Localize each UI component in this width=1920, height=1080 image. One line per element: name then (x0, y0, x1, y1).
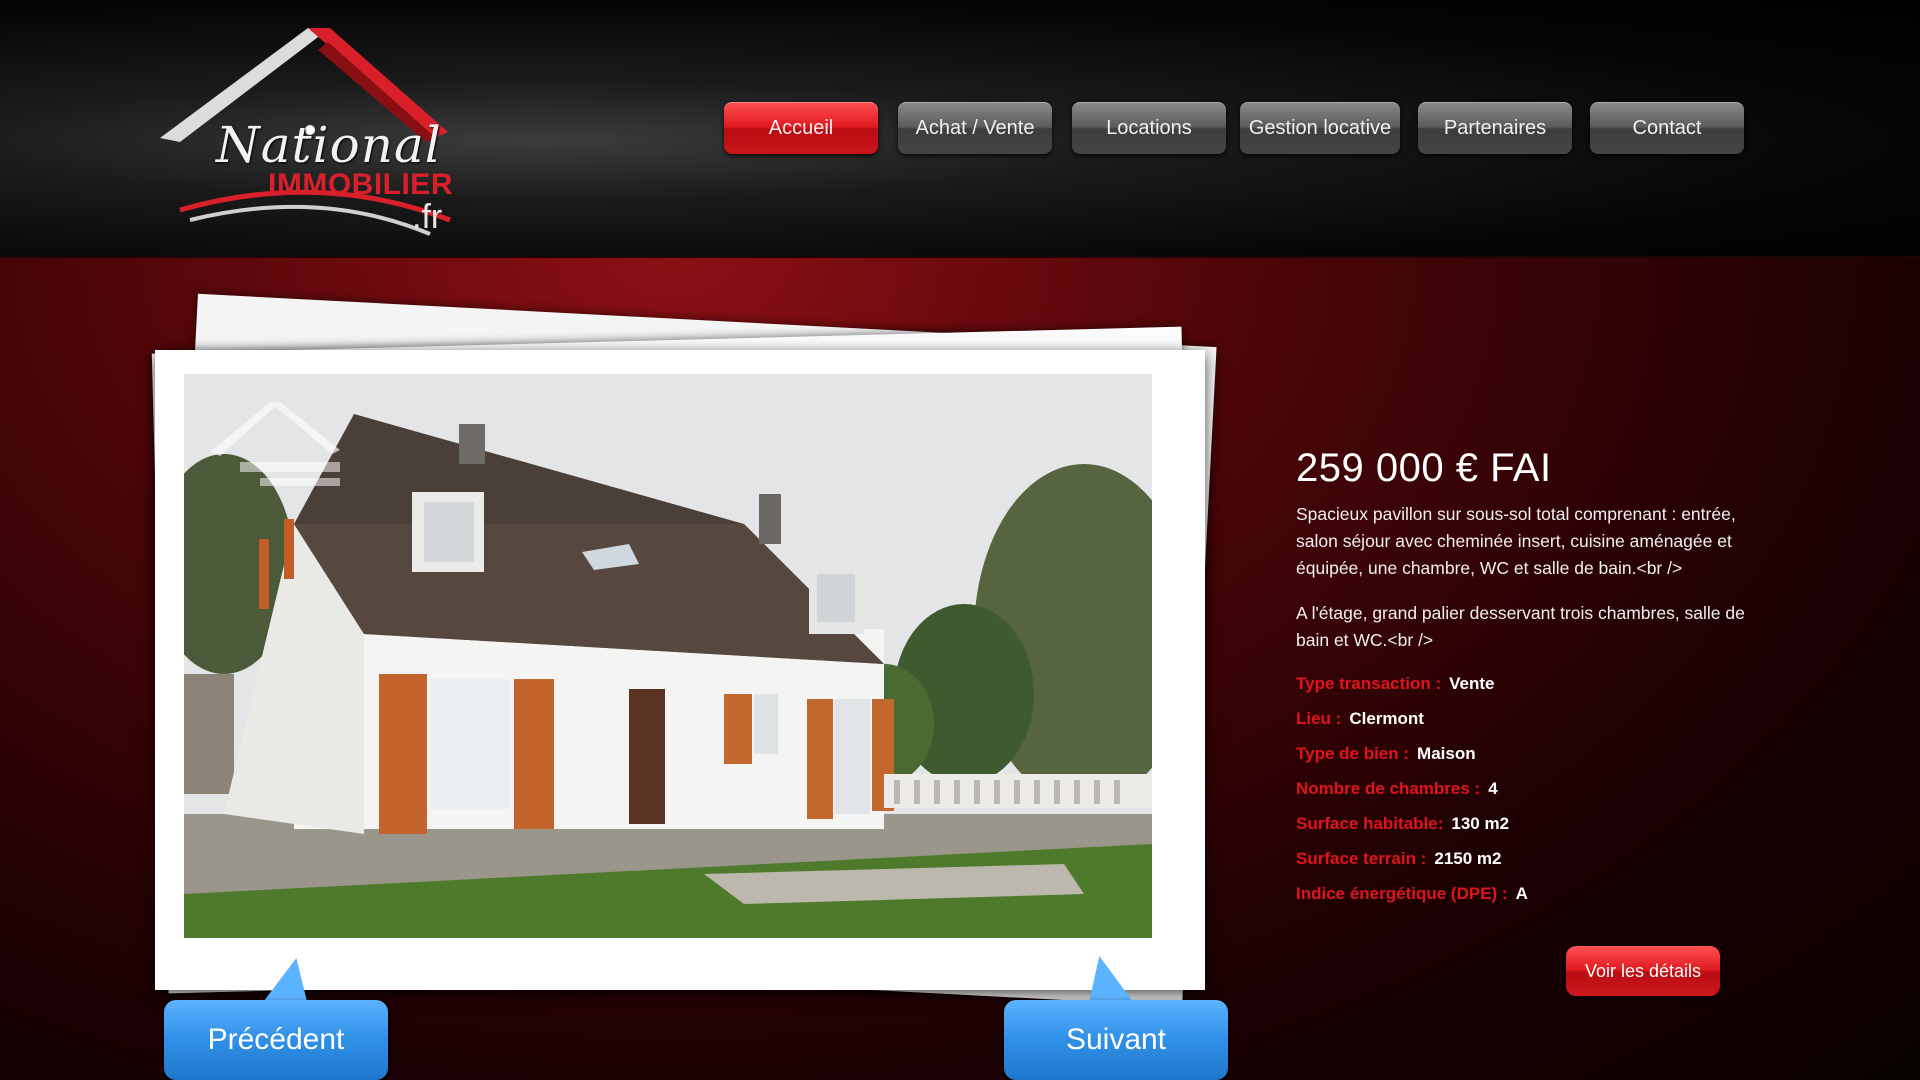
attr-value: Clermont (1349, 709, 1424, 728)
listing-description-1: Spacieux pavillon sur sous-sol total com… (1296, 504, 1736, 578)
attr-value: 4 (1488, 779, 1498, 798)
attr-nombre-chambres: Nombre de chambres : 4 (1296, 771, 1756, 806)
next-button[interactable]: Suivant (1004, 1000, 1228, 1080)
nav-accueil-button[interactable]: Accueil (724, 102, 878, 154)
nav-partenaires-button[interactable]: Partenaires (1418, 102, 1572, 154)
attr-type-transaction: Type transaction : Vente (1296, 666, 1756, 701)
nav-locations-button[interactable]: Locations (1072, 102, 1226, 154)
attr-indice-energetique: Indice énergétique (DPE) : A (1296, 876, 1756, 911)
site-logo[interactable]: National IMMOBILIER .fr (150, 20, 490, 240)
attr-label: Surface terrain : (1296, 849, 1427, 868)
attr-value: Vente (1449, 674, 1495, 693)
listing-description-2: A l'étage, grand palier desservant trois… (1296, 603, 1745, 650)
attr-label: Type de bien : (1296, 744, 1410, 763)
attr-value: 130 m2 (1451, 814, 1510, 833)
logo-text-national: National (216, 116, 442, 174)
attr-label: Lieu : (1296, 709, 1342, 728)
attr-label: Indice énergétique (DPE) : (1296, 884, 1508, 903)
attr-label: Nombre de chambres : (1296, 779, 1481, 798)
view-details-button[interactable]: Voir les détails (1566, 946, 1720, 996)
attr-value: Maison (1417, 744, 1476, 763)
previous-button[interactable]: Précédent (164, 1000, 388, 1080)
attr-value: 2150 m2 (1434, 849, 1502, 868)
nav-achat-vente-button[interactable]: Achat / Vente (898, 102, 1052, 154)
attr-type-bien: Type de bien : Maison (1296, 736, 1756, 771)
attr-label: Type transaction : (1296, 674, 1442, 693)
attr-surface-terrain: Surface terrain : 2150 m2 (1296, 841, 1756, 876)
nav-gestion-locative-button[interactable]: Gestion locative (1240, 102, 1400, 154)
site-header: National IMMOBILIER .fr Accueil Achat / … (0, 0, 1920, 258)
logo-text-fr: .fr (412, 198, 443, 236)
attr-value: A (1515, 884, 1528, 903)
nav-contact-button[interactable]: Contact (1590, 102, 1744, 154)
attr-label: Surface habitable: (1296, 814, 1444, 833)
listing-info: 259 000 € FAI Spacieux pavillon sur sous… (1296, 446, 1756, 911)
attr-lieu: Lieu : Clermont (1296, 701, 1756, 736)
attr-surface-habitable: Surface habitable: 130 m2 (1296, 806, 1756, 841)
photo-watermark-logo (200, 392, 360, 502)
logo-text-immobilier: IMMOBILIER (268, 168, 453, 201)
listing-price: 259 000 € FAI (1296, 446, 1552, 490)
